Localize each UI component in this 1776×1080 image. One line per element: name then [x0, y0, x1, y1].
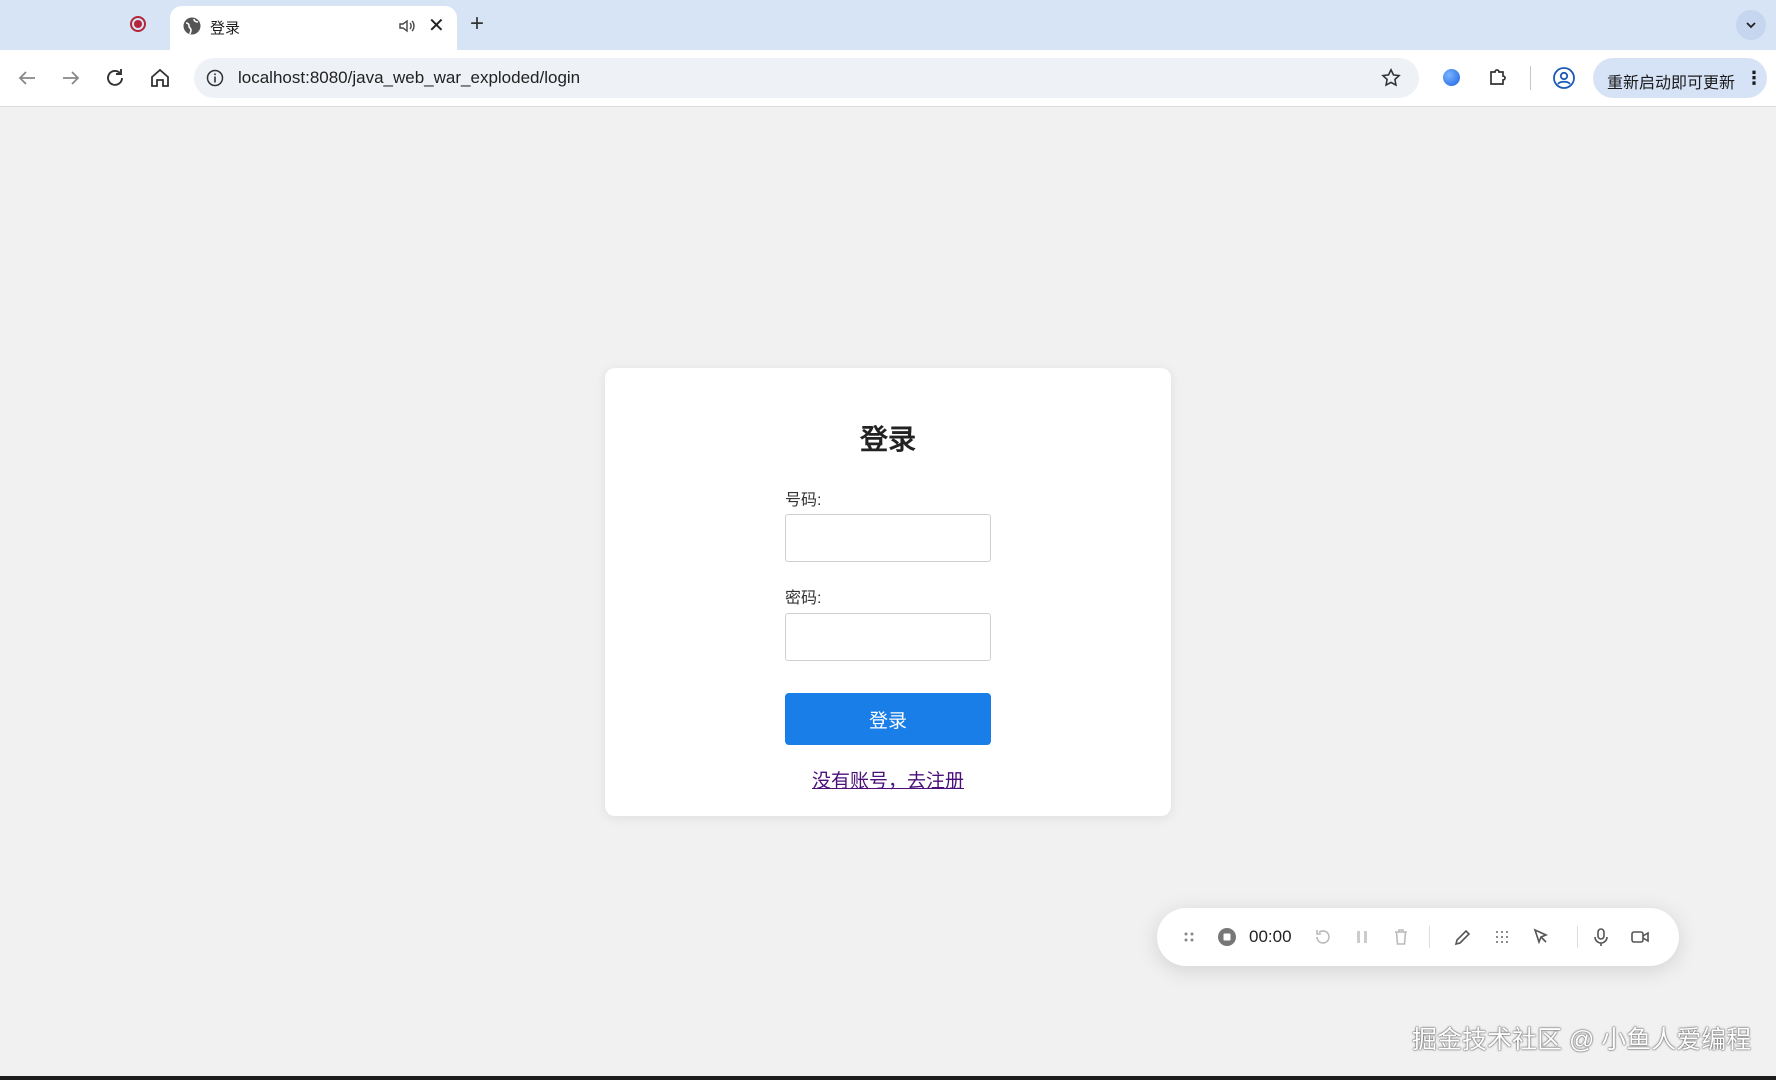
bookmark-star-icon[interactable]: [1380, 67, 1402, 89]
login-card: 登录 号码: 密码: 登录 没有账号，去注册: [605, 368, 1171, 816]
site-info-icon[interactable]: [206, 69, 224, 87]
globe-icon: [183, 17, 201, 35]
recorder-divider: [1429, 926, 1430, 948]
stop-icon[interactable]: [1217, 927, 1237, 947]
reload-icon[interactable]: [103, 66, 127, 90]
pointer-icon[interactable]: [1531, 927, 1551, 947]
recording-timer: 00:00: [1249, 927, 1292, 946]
microphone-icon[interactable]: [1591, 927, 1611, 947]
pen-icon[interactable]: [1453, 927, 1473, 947]
page-title: 登录: [859, 424, 916, 455]
forward-arrow-icon[interactable]: [59, 66, 83, 90]
register-link[interactable]: 没有账号，去注册: [605, 766, 1171, 793]
tab-search-button[interactable]: [1736, 10, 1766, 40]
watermark-text: 掘金技术社区 @ 小鱼人爱编程: [1412, 1026, 1752, 1054]
restart-icon[interactable]: [1313, 927, 1333, 947]
home-icon[interactable]: [148, 66, 172, 90]
extensions-puzzle-icon[interactable]: [1487, 66, 1509, 88]
grid-icon[interactable]: [1492, 927, 1512, 947]
delete-icon[interactable]: [1391, 927, 1411, 947]
tab-login[interactable]: 登录 ✕: [170, 6, 457, 50]
more-menu-icon[interactable]: ⋮: [1745, 68, 1763, 89]
recorder-divider: [1577, 926, 1578, 948]
pause-icon[interactable]: [1352, 927, 1372, 947]
chevron-down-icon: [1746, 22, 1756, 29]
address-bar[interactable]: localhost:8080/java_web_war_exploded/log…: [194, 58, 1419, 98]
screen-recorder-toolbar: 00:00: [1157, 908, 1679, 966]
close-tab-icon[interactable]: ✕: [428, 14, 445, 38]
new-tab-button[interactable]: +: [470, 10, 484, 38]
browser-toolbar: localhost:8080/java_web_war_exploded/log…: [0, 50, 1776, 107]
speaker-icon[interactable]: [398, 17, 416, 35]
extension-blue-dot-icon[interactable]: [1443, 69, 1460, 86]
url-text[interactable]: localhost:8080/java_web_war_exploded/log…: [238, 68, 580, 88]
drag-handle-icon[interactable]: [1179, 927, 1199, 947]
password-input[interactable]: [785, 613, 991, 661]
camera-icon[interactable]: [1630, 927, 1650, 947]
phone-label: 号码:: [785, 492, 822, 509]
login-button[interactable]: 登录: [785, 693, 991, 745]
tab-title: 登录: [210, 20, 241, 37]
update-button-label: 重新启动即可更新: [1607, 75, 1736, 92]
toolbar-divider: [1530, 66, 1531, 90]
tab-strip: 登录 ✕ +: [0, 0, 1776, 50]
recording-indicator-icon: [130, 16, 146, 32]
bottom-edge: [0, 1076, 1776, 1080]
password-label: 密码:: [785, 590, 822, 607]
phone-input[interactable]: [785, 514, 991, 562]
profile-avatar-icon[interactable]: [1552, 66, 1576, 90]
relaunch-update-button[interactable]: 重新启动即可更新 ⋮: [1593, 58, 1767, 98]
back-arrow-icon[interactable]: [15, 66, 39, 90]
